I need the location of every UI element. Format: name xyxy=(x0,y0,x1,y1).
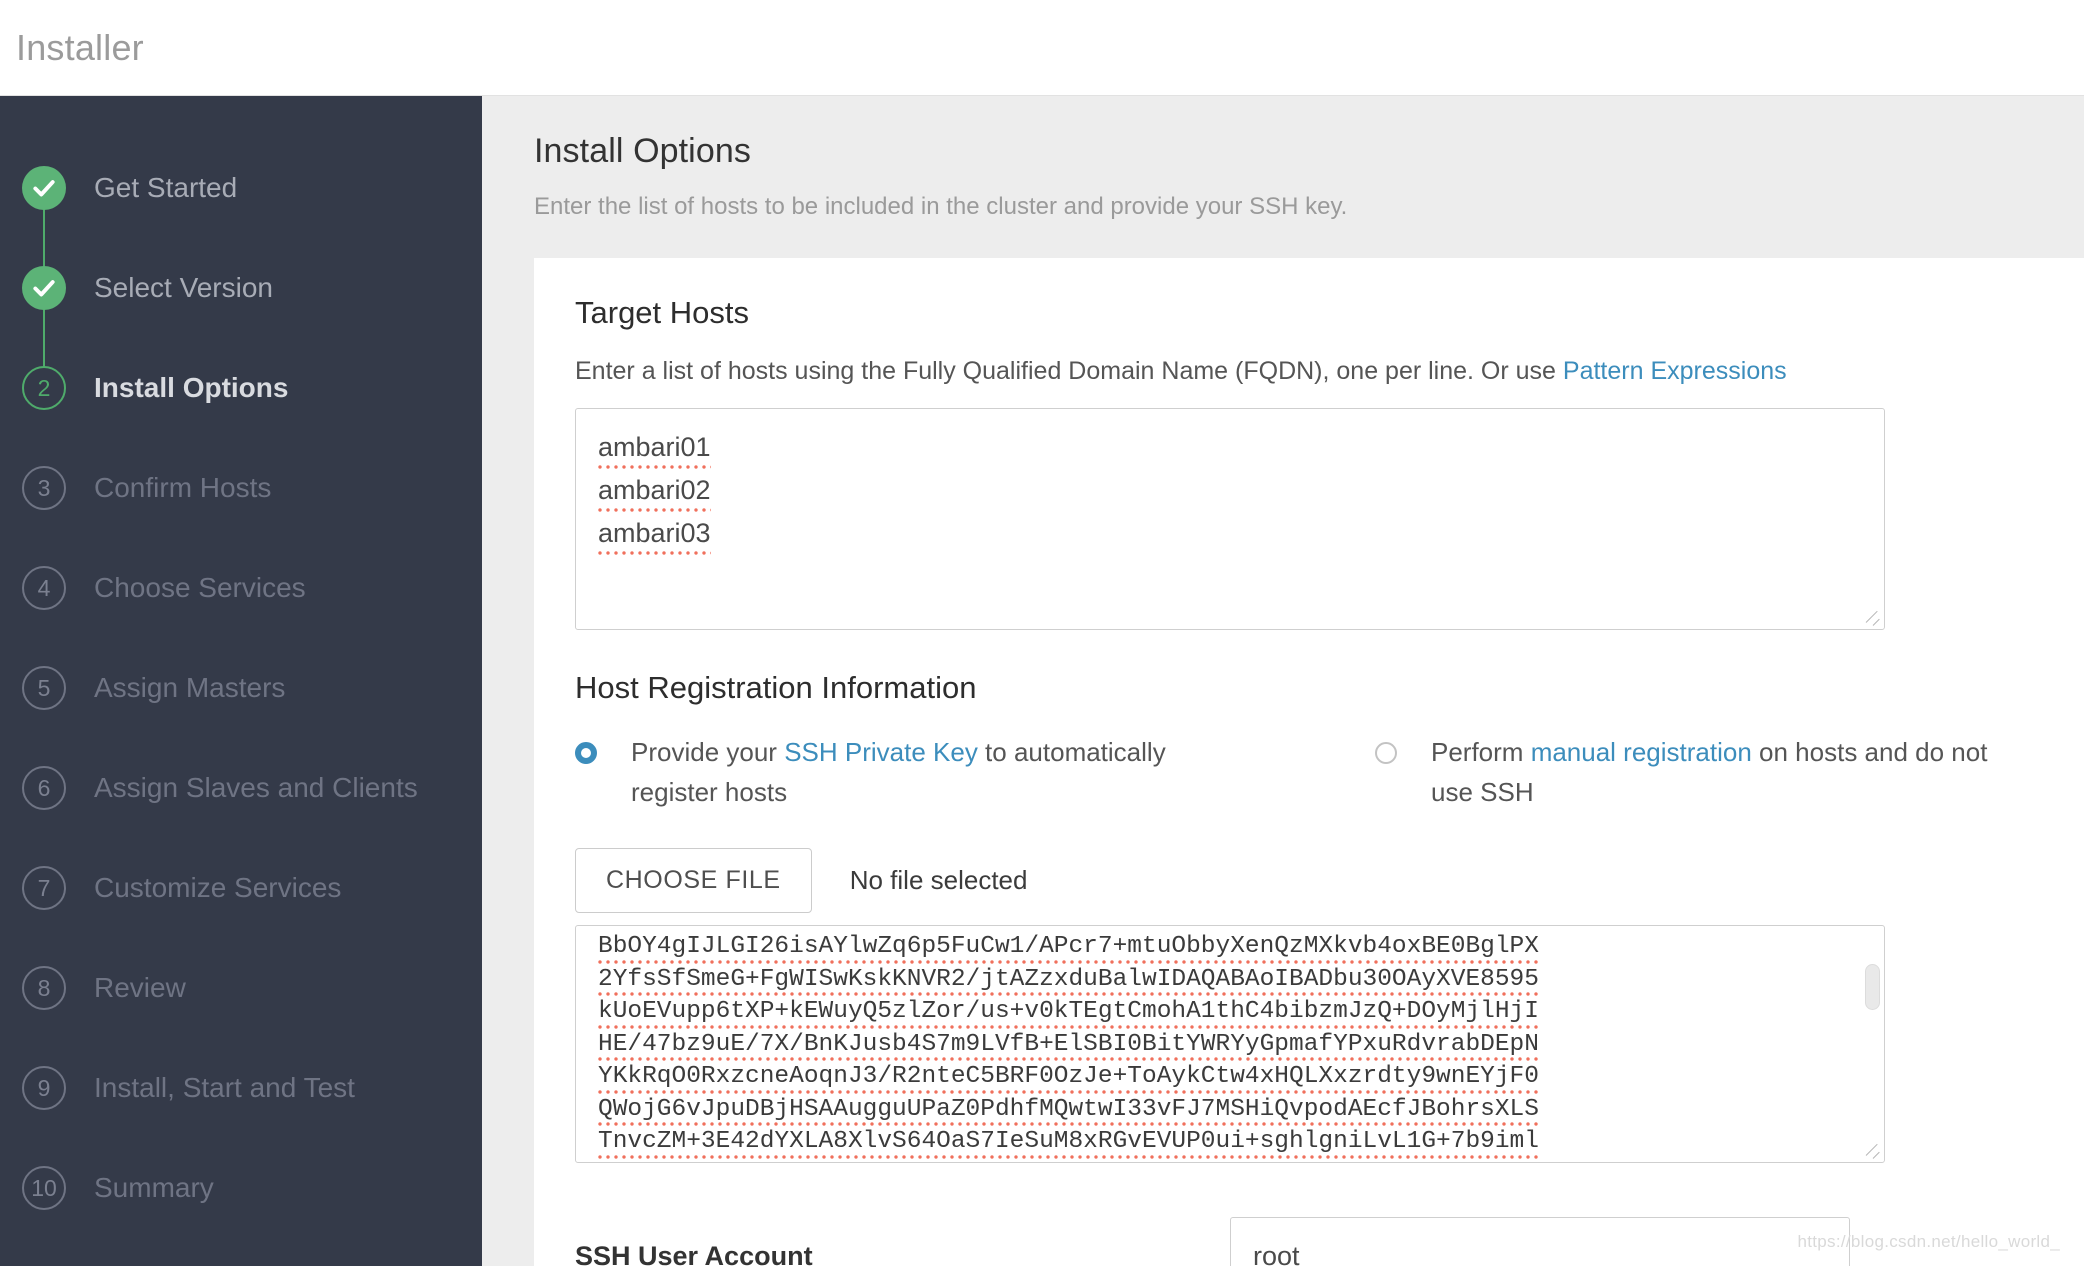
host-registration-options: Provide your SSH Private Key to automati… xyxy=(575,732,2041,812)
ssh-key-scrollbar[interactable] xyxy=(1864,930,1880,1156)
file-chooser-row: CHOOSE FILE No file selected xyxy=(575,848,2041,913)
step-number-badge: 6 xyxy=(22,766,66,810)
ssh-key-line: kUoEVupp6tXP+kEWuyQ5zlZor/us+v0kTEgtCmoh… xyxy=(598,997,1539,1030)
main-content: Install Options Enter the list of hosts … xyxy=(482,96,2084,1266)
radio-label-manual-registration: Perform manual registration on hosts and… xyxy=(1431,732,2031,812)
sidebar-step-install-options[interactable]: 2 Install Options xyxy=(0,338,482,438)
sidebar-step-select-version[interactable]: Select Version xyxy=(0,238,482,388)
ssh-private-key-link[interactable]: SSH Private Key xyxy=(784,737,978,767)
app-title: Installer xyxy=(16,26,144,68)
target-host-entry: ambari02 xyxy=(598,470,711,513)
step-number-badge: 2 xyxy=(22,366,66,410)
app-header: Installer xyxy=(0,0,2084,96)
ssh-key-line: YKkRqO0RxzcneAoqnJ3/R2nteC5BRF0OzJe+ToAy… xyxy=(598,1062,1539,1095)
target-host-entry: ambari01 xyxy=(598,427,711,470)
sidebar-step-assign-masters[interactable]: 5 Assign Masters xyxy=(0,638,482,738)
textarea-resize-grip-icon[interactable] xyxy=(1864,609,1882,627)
page-subtitle: Enter the list of hosts to be included i… xyxy=(534,193,1348,220)
page-title: Install Options xyxy=(534,132,751,170)
step-number-badge: 4 xyxy=(22,566,66,610)
radio-option-ssh-key[interactable]: Provide your SSH Private Key to automati… xyxy=(575,732,1375,812)
choose-file-button[interactable]: CHOOSE FILE xyxy=(575,848,812,913)
ssh-key-line: 2YfsSfSmeG+FgWISwKskKNVR2/jtAZzxduBalwID… xyxy=(598,964,1539,997)
ssh-private-key-textarea[interactable]: BbOY4gIJLGI26isAYlwZq6p5FuCw1/APcr7+mtuO… xyxy=(575,925,1885,1163)
watermark-text: https://blog.csdn.net/hello_world_ xyxy=(1797,1232,2060,1251)
file-status-label: No file selected xyxy=(849,865,1028,895)
ssh-key-line: HE/47bz9uE/7X/BnKJusb4S7m9LVfB+ElSBI0Bit… xyxy=(598,1029,1539,1062)
sidebar-step-install-start-and-test[interactable]: 9 Install, Start and Test xyxy=(0,1038,482,1138)
sidebar-step-label: Assign Slaves and Clients xyxy=(94,772,418,803)
sidebar-step-label: Review xyxy=(94,972,186,1003)
pattern-expressions-link[interactable]: Pattern Expressions xyxy=(1563,357,1787,385)
ssh-user-account-label: SSH User Account xyxy=(575,1240,813,1266)
sidebar-step-label: Customize Services xyxy=(94,872,342,903)
sidebar-step-label: Summary xyxy=(94,1172,214,1203)
target-host-entry: ambari03 xyxy=(598,513,711,556)
target-hosts-textarea[interactable]: ambari01 ambari02 ambari03 xyxy=(575,408,1885,630)
wizard-sidebar: Get Started Select Version 2 Install Option… xyxy=(0,96,482,1266)
sidebar-step-review[interactable]: 8 Review xyxy=(0,938,482,1038)
sidebar-step-label: Install Options xyxy=(94,372,289,403)
ssh-option-text-before: Provide your xyxy=(631,737,785,767)
radio-icon-manual-registration[interactable] xyxy=(1375,742,1397,764)
sidebar-step-label: Get Started xyxy=(94,172,238,203)
sidebar-step-label: Install, Start and Test xyxy=(94,1072,355,1103)
ssh-key-line: BbOY4gIJLGI26isAYlwZq6p5FuCw1/APcr7+mtuO… xyxy=(598,932,1539,965)
install-options-panel: Target Hosts Enter a list of hosts using… xyxy=(534,258,2084,1266)
app-body: Get Started Select Version 2 Install Option… xyxy=(0,96,2084,1266)
sidebar-step-customize-services[interactable]: 7 Customize Services xyxy=(0,838,482,938)
ssh-key-line: TnvcZM+3E42dYXLA8XlvS64OaS7IeSuM8xRGvEVU… xyxy=(598,1127,1539,1160)
step-number-badge: 8 xyxy=(22,966,66,1010)
radio-option-manual-registration[interactable]: Perform manual registration on hosts and… xyxy=(1375,732,2031,812)
sidebar-step-get-started[interactable]: Get Started xyxy=(0,138,482,288)
page-header: Install Options Enter the list of hosts … xyxy=(482,96,2084,221)
target-hosts-description-text: Enter a list of hosts using the Fully Qu… xyxy=(575,357,1563,385)
sidebar-step-confirm-hosts[interactable]: 3 Confirm Hosts xyxy=(0,438,482,538)
sidebar-step-label: Select Version xyxy=(94,272,273,303)
sidebar-step-summary[interactable]: 10 Summary xyxy=(0,1138,482,1238)
step-number-badge: 5 xyxy=(22,666,66,710)
manual-registration-link[interactable]: manual registration xyxy=(1531,737,1752,767)
step-check-icon xyxy=(22,166,66,210)
manual-option-text-before: Perform xyxy=(1431,737,1531,767)
target-hosts-title: Target Hosts xyxy=(575,295,750,330)
step-number-badge: 3 xyxy=(22,466,66,510)
radio-icon-ssh-key[interactable] xyxy=(575,742,597,764)
step-check-icon xyxy=(22,266,66,310)
host-registration-title: Host Registration Information xyxy=(575,670,977,705)
step-number-badge: 7 xyxy=(22,866,66,910)
target-hosts-description: Enter a list of hosts using the Fully Qu… xyxy=(575,357,2041,386)
sidebar-step-choose-services[interactable]: 4 Choose Services xyxy=(0,538,482,638)
sidebar-step-label: Choose Services xyxy=(94,572,306,603)
sidebar-step-label: Assign Masters xyxy=(94,672,286,703)
step-number-badge: 9 xyxy=(22,1066,66,1110)
ssh-key-line: QWojG6vJpuDBjHSAAugguUPaZ0PdhfMQwtwI33vF… xyxy=(598,1094,1539,1127)
ssh-key-scrollbar-thumb[interactable] xyxy=(1865,964,1880,1010)
sidebar-step-label: Confirm Hosts xyxy=(94,472,272,503)
sidebar-step-assign-slaves-and-clients[interactable]: 6 Assign Slaves and Clients xyxy=(0,738,482,838)
radio-label-ssh-key: Provide your SSH Private Key to automati… xyxy=(631,732,1231,812)
ssh-user-account-input[interactable] xyxy=(1230,1217,1850,1266)
step-number-badge: 10 xyxy=(22,1166,66,1210)
